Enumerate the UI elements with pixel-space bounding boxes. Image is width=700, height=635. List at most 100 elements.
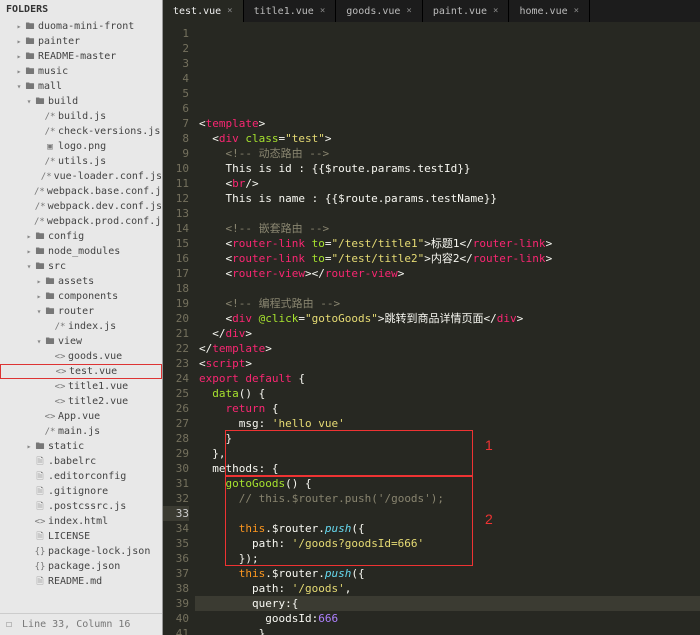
tree-node[interactable]: ▾🖿view [0, 334, 162, 349]
code-line[interactable]: <script> [195, 356, 700, 371]
twisty-icon: ▸ [14, 52, 24, 61]
code-line[interactable]: <br/> [195, 176, 700, 191]
code-line[interactable]: // this.$router.push('/goods'); [195, 491, 700, 506]
tree-node[interactable]: ▸🖿components [0, 289, 162, 304]
tree-node[interactable]: /*webpack.dev.conf.js [0, 199, 162, 214]
tree-node[interactable]: <>title1.vue [0, 379, 162, 394]
tree-node-label: App.vue [58, 411, 100, 422]
tree-node[interactable]: /*webpack.prod.conf.js [0, 214, 162, 229]
code-line[interactable]: this.$router.push({ [195, 566, 700, 581]
code-line[interactable]: gotoGoods() { [195, 476, 700, 491]
json-icon: {} [34, 547, 46, 557]
js-icon: /* [44, 127, 56, 137]
tree-node[interactable]: <>goods.vue [0, 349, 162, 364]
code-line[interactable]: This is id : {{$route.params.testId}} [195, 161, 700, 176]
tree-node-label: router [58, 306, 94, 317]
code-area[interactable]: 1234567891011121314151617181920212223242… [163, 22, 700, 635]
tree-node[interactable]: /*main.js [0, 424, 162, 439]
tree-node[interactable]: ▸🖿duoma-mini-front [0, 19, 162, 34]
code-line[interactable]: methods: { [195, 461, 700, 476]
tree-node[interactable]: ▸🖿music [0, 64, 162, 79]
code-line[interactable]: query:{ [195, 596, 700, 611]
tree-node[interactable]: 🗎.gitignore [0, 484, 162, 499]
code-line[interactable]: this.$router.push({ [195, 521, 700, 536]
tree-node[interactable]: ▸🖿README-master [0, 49, 162, 64]
code-line[interactable]: path: '/goods', [195, 581, 700, 596]
code-line[interactable]: data() { [195, 386, 700, 401]
tab[interactable]: paint.vue × [423, 0, 510, 22]
tree-node[interactable]: 🗎README.md [0, 574, 162, 589]
tree-node[interactable]: /*check-versions.js [0, 124, 162, 139]
tree-node[interactable]: /*build.js [0, 109, 162, 124]
close-icon[interactable]: × [406, 6, 411, 16]
code-line[interactable]: <router-link to="/test/title1">标题1</rout… [195, 236, 700, 251]
tree-node[interactable]: ▸🖿painter [0, 34, 162, 49]
tree-node[interactable]: ▾🖿build [0, 94, 162, 109]
tree-node[interactable]: <>index.html [0, 514, 162, 529]
tab[interactable]: goods.vue× [336, 0, 423, 22]
close-icon[interactable]: × [574, 6, 579, 16]
code-line[interactable]: This is name : {{$route.params.testName}… [195, 191, 700, 206]
tree-node[interactable]: ▾🖿mall [0, 79, 162, 94]
code-line[interactable]: } [195, 431, 700, 446]
tree-node[interactable]: /*utils.js [0, 154, 162, 169]
code-line[interactable]: path: '/goods?goodsId=666' [195, 536, 700, 551]
tab[interactable]: test.vue× [163, 0, 244, 22]
code-line[interactable]: </template> [195, 341, 700, 356]
tab[interactable]: title1.vue× [244, 0, 337, 22]
tree-node-label: index.html [48, 516, 108, 527]
code-line[interactable]: <div @click="gotoGoods">跳转到商品详情页面</div> [195, 311, 700, 326]
code-line[interactable]: msg: 'hello vue' [195, 416, 700, 431]
code-line[interactable]: } [195, 626, 700, 635]
tree-node[interactable]: <>title2.vue [0, 394, 162, 409]
tree-node[interactable]: ▾🖿router [0, 304, 162, 319]
tree-node[interactable]: ▸🖿config [0, 229, 162, 244]
tree-node[interactable]: 🗎.babelrc [0, 454, 162, 469]
code-line[interactable]: <!-- 嵌套路由 --> [195, 221, 700, 236]
code-line[interactable]: export default { [195, 371, 700, 386]
folder-icon: 🖿 [24, 79, 36, 95]
tree-node-label: .postcssrc.js [48, 501, 126, 512]
file-tree[interactable]: ▸🖿duoma-mini-front▸🖿painter▸🖿README-mast… [0, 19, 162, 613]
code-line[interactable]: <router-link to="/test/title2">内容2</rout… [195, 251, 700, 266]
tree-node[interactable]: 🗎LICENSE [0, 529, 162, 544]
code-line[interactable]: }, [195, 446, 700, 461]
tree-node[interactable]: ▸🖿assets [0, 274, 162, 289]
tree-node-label: LICENSE [48, 531, 90, 542]
js-icon: /* [44, 112, 56, 122]
tab-bar[interactable]: test.vue×title1.vue×goods.vue× paint.vue ×… [163, 0, 700, 22]
close-icon[interactable]: × [227, 6, 232, 16]
code-line[interactable]: goodsId:666 [195, 611, 700, 626]
tree-node[interactable]: ▸🖿static [0, 439, 162, 454]
code-line[interactable] [195, 506, 700, 521]
code-line[interactable]: <div class="test"> [195, 131, 700, 146]
code-line[interactable]: <router-view></router-view> [195, 266, 700, 281]
code-line[interactable] [195, 281, 700, 296]
code-line[interactable] [195, 206, 700, 221]
close-icon[interactable]: × [320, 6, 325, 16]
tree-node[interactable]: /*index.js [0, 319, 162, 334]
tree-node[interactable]: ▸🖿node_modules [0, 244, 162, 259]
tree-node[interactable]: /*vue-loader.conf.js [0, 169, 162, 184]
tree-node[interactable]: {}package-lock.json [0, 544, 162, 559]
close-icon[interactable]: × [493, 6, 498, 16]
tree-node[interactable]: /*webpack.base.conf.js [0, 184, 162, 199]
tree-node[interactable]: ▾🖿src [0, 259, 162, 274]
tree-node[interactable]: 🗎.editorconfig [0, 469, 162, 484]
source-view[interactable]: 1 2 <template> <div class="test"> <!-- 动… [195, 22, 700, 635]
code-line[interactable]: <template> [195, 116, 700, 131]
tree-node-label: webpack.prod.conf.js [47, 216, 162, 227]
code-line[interactable]: return { [195, 401, 700, 416]
tab-label: paint.vue [433, 6, 487, 17]
tree-node[interactable]: {}package.json [0, 559, 162, 574]
code-line[interactable]: <!-- 动态路由 --> [195, 146, 700, 161]
tab[interactable]: home.vue× [509, 0, 590, 22]
tree-node-label: utils.js [58, 156, 106, 167]
tree-node[interactable]: ▣logo.png [0, 139, 162, 154]
code-line[interactable]: <!-- 编程式路由 --> [195, 296, 700, 311]
tree-node[interactable]: <>App.vue [0, 409, 162, 424]
code-line[interactable]: </div> [195, 326, 700, 341]
tree-node[interactable]: 🗎.postcssrc.js [0, 499, 162, 514]
code-line[interactable]: }); [195, 551, 700, 566]
tree-node[interactable]: <>test.vue [0, 364, 162, 379]
